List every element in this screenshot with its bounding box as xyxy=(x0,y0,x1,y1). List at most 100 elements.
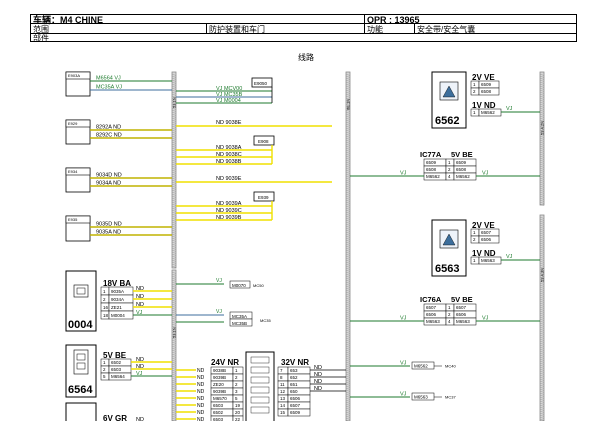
harness-left-bottom-label: 53.1N xyxy=(172,327,177,338)
component-6563-number: 6563 xyxy=(435,263,459,275)
connector-24v-color-2: ND xyxy=(197,382,205,388)
connector-24v-label: 24V NR xyxy=(211,358,239,367)
component-6562-topwire-1: 6508 xyxy=(481,89,492,94)
module-e935-id: E935 xyxy=(68,217,78,222)
splice-ic77a-r-1: 6508 xyxy=(456,167,467,172)
connector-32v-wire-6: 6509 xyxy=(290,410,301,415)
center-device-slot xyxy=(250,396,270,404)
component-6562-topwire-0: 6509 xyxy=(481,82,492,87)
connector-24v-color-3: ND xyxy=(197,389,205,395)
harness-right-top xyxy=(539,71,545,206)
component-6564-wire-1: 6503 xyxy=(111,367,122,372)
component-6564-color-2: VJ xyxy=(136,371,143,377)
component-6564-color-1: ND xyxy=(136,364,144,370)
wire-label-e903a-1: MC35A VJ xyxy=(96,85,122,91)
wire-label-e929-1: 8292C ND xyxy=(96,133,122,139)
connector-24v-wire-2: ZE20 xyxy=(213,382,224,387)
component-6564-connector: 5V BE xyxy=(103,351,127,360)
splice-ic77a-r-2: M6562 xyxy=(456,174,470,179)
wire-label-e908-0: ND 9038A xyxy=(216,145,242,151)
right-link-0-target: MC40 xyxy=(445,364,456,369)
component-0004-wire-2: ZE21 xyxy=(111,305,122,310)
wiring-diagram-svg: 53.1N 53.1N 6E.1N 53.4.2N 53.4.3N E903A M6564 … xyxy=(65,71,545,421)
component-0004-color-0: ND xyxy=(136,286,144,292)
component-6562-connector-bottom: 1V ND xyxy=(472,101,496,110)
wire-label-e939-0: ND 9039A xyxy=(216,201,242,207)
splice-ic76a-left: IC76A xyxy=(420,295,442,304)
component-next xyxy=(65,402,97,421)
center-device-slot xyxy=(250,376,270,384)
connector-32v-color-3: ND xyxy=(314,386,322,392)
connector-24v-pin-6: 20 xyxy=(235,410,241,415)
connector-24v-color-6: ND xyxy=(197,410,205,416)
harness-right-top-label: 53.4.2N xyxy=(540,121,545,135)
connector-24v-wire-7: 6503 xyxy=(213,417,224,421)
wire-label-e908-top: ND 9038E xyxy=(216,120,242,126)
splice-ic76a-r-1: 6506 xyxy=(456,312,467,317)
component-6562-number: 6562 xyxy=(435,115,459,127)
connector-24v-wire-5: 6503 xyxy=(213,403,224,408)
connector-32v-wire-5: 6507 xyxy=(290,403,301,408)
connector-e908-label: E908 xyxy=(258,139,269,144)
splice-ic77a-l-1: 6508 xyxy=(426,167,437,172)
connector-32v-pin-3: 12 xyxy=(280,389,286,394)
component-6564-wire-0: 6502 xyxy=(111,360,122,365)
splice-ic76a-l-2: M6563 xyxy=(426,319,440,324)
splice-ic76a-r-2: M6563 xyxy=(456,319,470,324)
wire-label-e903a-0: M6564 VJ xyxy=(96,76,121,82)
right-link-1-target: MC37 xyxy=(445,395,456,400)
splice-ic76a-l-0: 6507 xyxy=(426,305,437,310)
component-6563-connector-bottom: 1V ND xyxy=(472,249,496,258)
connector-24v-wire-3: 9039B xyxy=(213,389,226,394)
center-device-slot xyxy=(250,366,270,374)
connector-32v-wire-0: 653 xyxy=(290,368,298,373)
component-next-connector: 6V GR xyxy=(103,414,127,421)
connector-e939-label: E939 xyxy=(258,195,269,200)
component-0004-pin-3: 18 xyxy=(103,313,109,318)
module-e929-id: E929 xyxy=(68,121,78,126)
wire-label-e908-2: ND 9038B xyxy=(216,159,242,165)
splice-ic77a-r-0: 6509 xyxy=(456,160,467,165)
component-0004-color-2: ND xyxy=(136,302,144,308)
wire-label-e935-1: 9035A ND xyxy=(96,230,121,236)
connector-24v-pin-7: 22 xyxy=(235,417,241,421)
connector-24v-color-1: ND xyxy=(197,375,205,381)
connector-32v-color-2: ND xyxy=(314,379,322,385)
splice-ic76a-r-0: 6507 xyxy=(456,305,467,310)
component-0004-pin-2: 16 xyxy=(103,305,109,310)
wiring-diagram-page: 车辆：M4 CHINE OPR : 13965 范围 防护装置和车门 功能 安全… xyxy=(0,0,607,421)
component-0004-wire-3: M0004 xyxy=(111,313,125,318)
component-6562-connector-top: 2V VE xyxy=(472,73,495,82)
splice-ic76a-l-1: 6506 xyxy=(426,312,437,317)
wire-label-e908-1: ND 9038C xyxy=(216,152,242,158)
connector-32v-pin-4: 13 xyxy=(280,396,286,401)
connector-24v-wire-0: 9038B xyxy=(213,368,226,373)
component-0004-wire-0: 9035A xyxy=(111,289,124,294)
wire-label-e934-1: 9034A ND xyxy=(96,181,121,187)
connector-32v-wire-4: 6506 xyxy=(290,396,301,401)
splice-ic77a-vj-left: VJ xyxy=(400,171,407,177)
harness-middle-label: 6E.1N xyxy=(346,99,351,110)
splice-ic76a-vj-right: VJ xyxy=(482,316,489,322)
component-6562-wirecolor: VJ xyxy=(506,106,513,112)
middle-link-1-color: VJ xyxy=(216,309,222,315)
connector-32v-pin-2: 11 xyxy=(280,382,285,387)
component-6563-connector-top: 2V VE xyxy=(472,221,495,230)
connector-24v-wire-4: M6570 xyxy=(213,396,227,401)
component-6563-botwire-0: M6563 xyxy=(481,258,495,263)
component-0004-color-3: VJ xyxy=(136,310,143,316)
splice-ic77a-left: IC77A xyxy=(420,150,442,159)
component-next-color: ND xyxy=(136,417,144,421)
connector-32v-pin-6: 15 xyxy=(280,410,286,415)
component-0004-icon xyxy=(73,284,89,298)
connector-24v-color-7: ND xyxy=(197,417,205,421)
wire-label-e939-2: ND 9039B xyxy=(216,215,242,221)
connector-32v-wire-3: 650 xyxy=(290,389,298,394)
connector-32v-wire-1: 652 xyxy=(290,375,298,380)
component-6563-topwire-0: 6507 xyxy=(481,230,492,235)
right-link-1-color: VJ xyxy=(400,392,407,398)
center-device-slot xyxy=(250,356,270,364)
component-6564-icon xyxy=(73,349,89,375)
middle-link-0-target: MC50 xyxy=(253,283,264,288)
connector-32v-color-0: ND xyxy=(314,365,322,371)
